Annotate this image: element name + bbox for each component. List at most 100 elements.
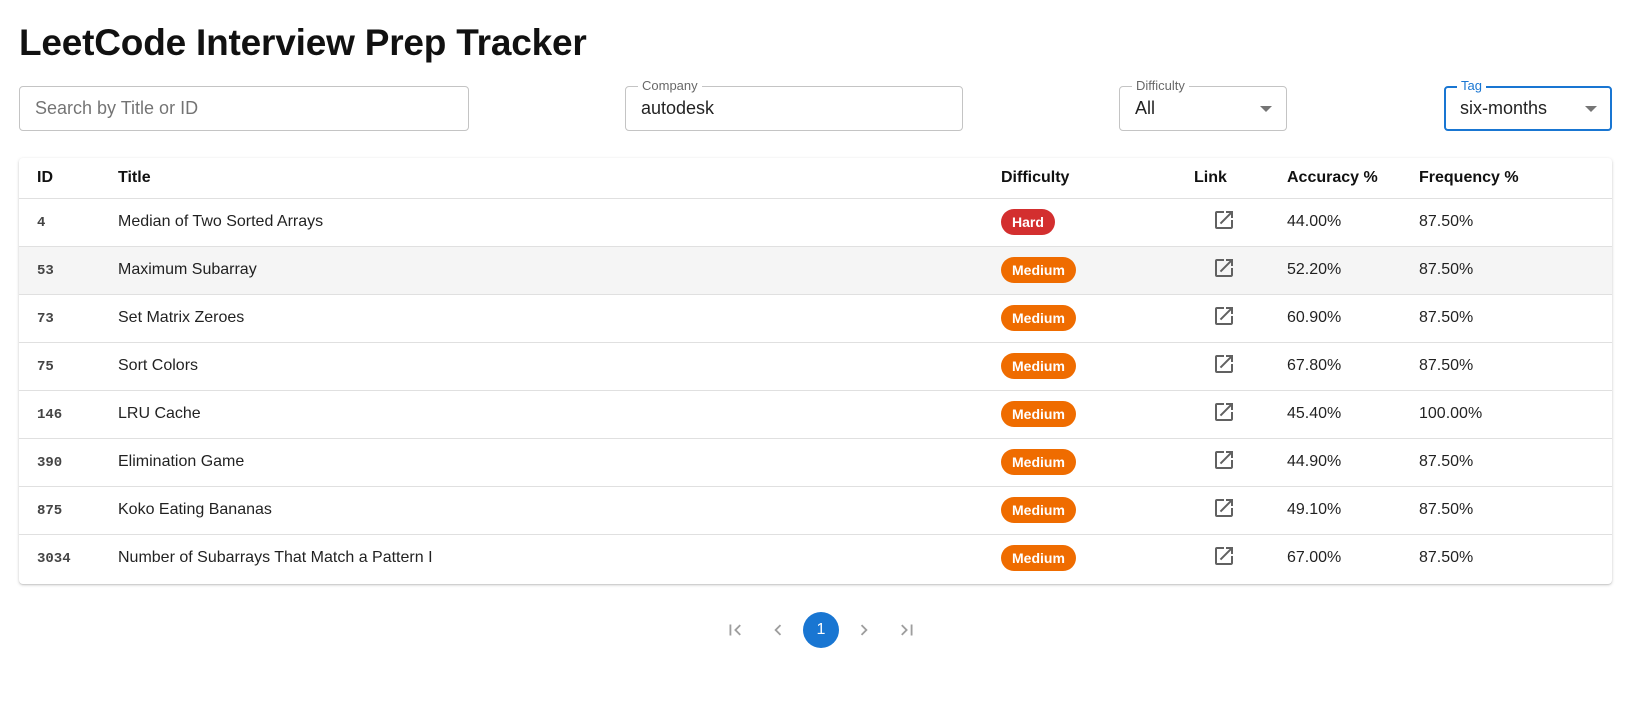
- problem-id-cell: 875: [19, 486, 118, 535]
- frequency-value: 87.50%: [1419, 438, 1612, 487]
- problem-id-cell: 75: [19, 342, 118, 391]
- frequency-value: 100.00%: [1419, 390, 1612, 439]
- last-page-icon: [901, 624, 913, 636]
- difficulty-value: All: [1135, 98, 1156, 118]
- open-in-new-icon[interactable]: [1212, 304, 1236, 328]
- previous-page-button[interactable]: [760, 612, 796, 648]
- difficulty-badge: Medium: [1001, 545, 1076, 572]
- difficulty-cell: Medium: [1001, 486, 1194, 535]
- problem-id: 4: [37, 215, 46, 231]
- column-header-frequency[interactable]: Frequency %: [1419, 158, 1612, 199]
- accuracy-value: 44.90%: [1287, 438, 1419, 487]
- accuracy-value: 49.10%: [1287, 486, 1419, 535]
- difficulty-badge: Medium: [1001, 257, 1076, 283]
- table-row[interactable]: 75 Sort Colors Medium 67.80% 87.50%: [19, 342, 1612, 391]
- difficulty-label: Difficulty: [1132, 78, 1189, 94]
- column-header-title[interactable]: Title: [118, 158, 1001, 199]
- frequency-value: 87.50%: [1419, 342, 1612, 391]
- last-page-button[interactable]: [889, 612, 925, 648]
- open-in-new-icon[interactable]: [1212, 544, 1236, 568]
- problem-title: Median of Two Sorted Arrays: [118, 198, 1001, 247]
- chevron-right-icon: [860, 624, 868, 636]
- problem-id: 146: [37, 407, 63, 423]
- page-title: LeetCode Interview Prep Tracker: [19, 22, 587, 63]
- table-row[interactable]: 390 Elimination Game Medium 44.90% 87.50%: [19, 438, 1612, 487]
- dropdown-arrow-icon: [1260, 106, 1272, 112]
- problem-title: Elimination Game: [118, 438, 1001, 487]
- table-row[interactable]: 875 Koko Eating Bananas Medium 49.10% 87.50%: [19, 486, 1612, 535]
- open-in-new-icon[interactable]: [1212, 352, 1236, 376]
- difficulty-badge: Medium: [1001, 449, 1076, 475]
- problem-id-cell: 390: [19, 438, 118, 487]
- open-in-new-icon[interactable]: [1212, 400, 1236, 424]
- frequency-value: 87.50%: [1419, 486, 1612, 535]
- link-cell: [1194, 390, 1287, 439]
- problem-id-cell: 146: [19, 390, 118, 439]
- first-page-icon: [729, 624, 741, 636]
- open-in-new-icon[interactable]: [1212, 496, 1236, 520]
- next-page-button[interactable]: [846, 612, 882, 648]
- link-cell: [1194, 294, 1287, 343]
- difficulty-badge: Medium: [1001, 401, 1076, 427]
- problem-id: 390: [37, 455, 63, 471]
- company-label: Company: [638, 78, 702, 94]
- page-1-button[interactable]: 1: [803, 612, 839, 648]
- difficulty-badge: Hard: [1001, 209, 1055, 235]
- table-row[interactable]: 4 Median of Two Sorted Arrays Hard 44.00% 87…: [19, 198, 1612, 247]
- link-cell: [1194, 486, 1287, 535]
- column-header-difficulty[interactable]: Difficulty: [1001, 158, 1194, 199]
- problem-id: 75: [37, 359, 54, 375]
- frequency-value: 87.50%: [1419, 549, 1474, 567]
- column-header-link[interactable]: Link: [1194, 158, 1287, 199]
- link-cell: [1194, 198, 1287, 247]
- problem-title: LRU Cache: [118, 390, 1001, 439]
- dropdown-arrow-icon: [1585, 106, 1597, 112]
- table-row[interactable]: 73 Set Matrix Zeroes Medium 60.90% 87.50%: [19, 294, 1612, 343]
- accuracy-value: 67.80%: [1287, 342, 1419, 391]
- accuracy-value: 67.00%: [1287, 549, 1342, 567]
- difficulty-cell: Medium: [1001, 294, 1194, 343]
- tag-select[interactable]: Tag six-months: [1444, 78, 1612, 131]
- difficulty-badge: Medium: [1001, 497, 1076, 523]
- difficulty-cell: Medium: [1001, 534, 1194, 582]
- difficulty-badge: Medium: [1001, 353, 1076, 379]
- problem-id: 3034: [37, 551, 71, 568]
- frequency-value: 87.50%: [1419, 198, 1612, 247]
- link-cell: [1194, 534, 1287, 582]
- accuracy-value: 44.00%: [1287, 198, 1419, 247]
- link-cell: [1194, 246, 1287, 295]
- accuracy-value: 60.90%: [1287, 294, 1419, 343]
- problem-id-cell: 3034: [19, 534, 118, 582]
- chevron-left-icon: [774, 624, 782, 636]
- problem-title: Number of Subarrays That Match a Pattern…: [118, 549, 433, 567]
- difficulty-select[interactable]: Difficulty All: [1119, 78, 1287, 131]
- problem-id: 875: [37, 503, 63, 519]
- column-header-id[interactable]: ID: [19, 158, 118, 199]
- first-page-button[interactable]: [717, 612, 753, 648]
- link-cell: [1194, 438, 1287, 487]
- problem-id-cell: 73: [19, 294, 118, 343]
- difficulty-badge: Medium: [1001, 305, 1076, 331]
- search-field[interactable]: [19, 86, 469, 131]
- frequency-value: 87.50%: [1419, 294, 1612, 343]
- problem-id: 53: [37, 263, 54, 279]
- table-row[interactable]: 53 Maximum Subarray Medium 52.20% 87.50%: [19, 246, 1612, 295]
- search-input[interactable]: [20, 87, 468, 130]
- problem-title: Sort Colors: [118, 342, 1001, 391]
- table-row[interactable]: 3034 Number of Subarrays That Match a Pat…: [19, 534, 1612, 582]
- open-in-new-icon[interactable]: [1212, 208, 1236, 232]
- problem-id-cell: 53: [19, 246, 118, 295]
- problem-title: Maximum Subarray: [118, 246, 1001, 295]
- column-header-accuracy[interactable]: Accuracy %: [1287, 158, 1419, 199]
- difficulty-cell: Medium: [1001, 438, 1194, 487]
- problem-id: 73: [37, 311, 54, 327]
- open-in-new-icon[interactable]: [1212, 256, 1236, 280]
- accuracy-value: 45.40%: [1287, 390, 1419, 439]
- company-value[interactable]: autodesk: [641, 98, 714, 119]
- open-in-new-icon[interactable]: [1212, 448, 1236, 472]
- problem-title: Koko Eating Bananas: [118, 486, 1001, 535]
- problems-table: ID Title Difficulty Link Accuracy % Freq…: [19, 158, 1612, 584]
- difficulty-cell: Medium: [1001, 390, 1194, 439]
- table-row[interactable]: 146 LRU Cache Medium 45.40% 100.00%: [19, 390, 1612, 439]
- company-field[interactable]: Company autodesk: [625, 78, 963, 131]
